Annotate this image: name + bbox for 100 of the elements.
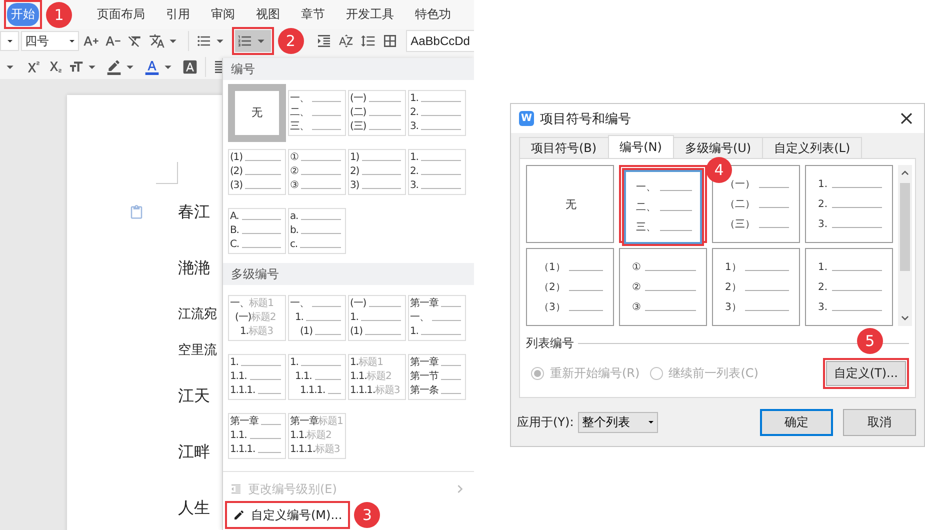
- numbering-style[interactable]: 1.标题1 1.1.标题2 1.1.1.标题3: [348, 354, 406, 400]
- number-label: (三): [350, 121, 366, 133]
- dialog-tab[interactable]: 编号(N): [608, 135, 674, 158]
- numbering-style[interactable]: 无: [228, 84, 286, 142]
- number-label: 二、: [290, 107, 309, 119]
- ribbon-tab[interactable]: 页面布局: [93, 3, 149, 26]
- level-icon: [230, 483, 242, 495]
- number-label: 一、: [410, 312, 429, 324]
- numbering-style[interactable]: 1) 2) 3): [348, 148, 406, 194]
- number-label: (1): [230, 152, 242, 164]
- number-label: (一): [350, 298, 366, 310]
- numbering-style[interactable]: 1） 2） 3）: [712, 248, 800, 326]
- document-text: 滟滟: [178, 258, 210, 278]
- apply-to-label: 应用于(Y):: [517, 414, 574, 430]
- numbering-style[interactable]: ① ② ③: [619, 248, 707, 326]
- dialog-tab[interactable]: 项目符号(B): [519, 137, 609, 158]
- numbering-style[interactable]: 1. 2. 3.: [408, 90, 466, 136]
- numbering-style[interactable]: 一、 1. (1): [288, 294, 346, 340]
- heading-caption: 标题2: [306, 430, 332, 442]
- numbering-style[interactable]: 一、标题1 (一)标题2 1.标题3: [228, 294, 286, 340]
- step-badge: 2: [278, 28, 304, 54]
- number-label: 1.1.1.: [230, 444, 256, 456]
- number-label: 3.: [818, 301, 828, 315]
- document-text: 江畔: [178, 442, 210, 462]
- ribbon-tab[interactable]: 章节: [297, 3, 329, 26]
- numbering-style[interactable]: 1. 2. 3.: [805, 165, 893, 243]
- number-label: ③: [290, 180, 298, 192]
- number-label: (3): [230, 180, 242, 192]
- corner-mark: [156, 162, 178, 184]
- font-size-field[interactable]: 四号: [20, 31, 79, 51]
- number-label: (2): [230, 166, 242, 178]
- app-icon: W: [519, 111, 534, 126]
- style-preview[interactable]: AaBbCcDd: [406, 30, 474, 52]
- ribbon-tab[interactable]: 视图: [252, 3, 284, 26]
- number-label: 第一条: [410, 385, 438, 397]
- number-label: 3.: [410, 180, 418, 192]
- numbering-style[interactable]: 无: [526, 165, 614, 243]
- numbering-style[interactable]: 1. 2. 3.: [408, 148, 466, 194]
- apply-to-dropdown[interactable]: 整个列表: [578, 412, 658, 432]
- ribbon-tab[interactable]: 引用: [162, 3, 194, 26]
- heading-caption: 标题3: [315, 444, 340, 456]
- number-label: （二）: [725, 198, 755, 212]
- number-label: 2.: [818, 198, 828, 212]
- number-label: （2）: [539, 281, 566, 295]
- ribbon-tab[interactable]: 开始: [7, 3, 39, 26]
- step-badge: 5: [856, 328, 883, 354]
- number-label: b.: [290, 225, 298, 237]
- number-label: 三、: [636, 221, 656, 235]
- window-title: 项目符号和编号: [540, 110, 631, 128]
- number-label: 1.: [410, 93, 418, 105]
- scrollbar[interactable]: [898, 165, 912, 326]
- number-label: 1.1.: [230, 371, 247, 383]
- numbering-style[interactable]: (1) (2) (3): [228, 148, 286, 194]
- numbering-style[interactable]: 一、 二、 三、: [288, 90, 346, 136]
- ribbon-tab[interactable]: 开发工具: [342, 3, 398, 26]
- numbering-style[interactable]: 1. 1.1. 1.1.1.: [228, 354, 286, 400]
- heading-caption: 标题3: [375, 385, 400, 397]
- number-label: ③: [632, 301, 641, 315]
- ribbon-tab[interactable]: 特色功: [411, 3, 455, 26]
- numbering-style[interactable]: a. b. c.: [288, 208, 346, 254]
- number-label: 1.1.1.: [300, 385, 326, 397]
- dialog-tab[interactable]: 自定义列表(L): [762, 137, 862, 158]
- font-name-field[interactable]: [0, 31, 19, 51]
- number-label: A.: [230, 211, 239, 223]
- number-label: （1）: [539, 261, 566, 275]
- menu-item[interactable]: 自定义编号(M)...: [228, 504, 348, 526]
- none-label: 无: [252, 105, 262, 120]
- numbering-style[interactable]: 一、 二、 三、: [622, 168, 704, 246]
- ribbon-tab[interactable]: 审阅: [207, 3, 239, 26]
- numbering-style[interactable]: ① ② ③: [288, 148, 346, 194]
- numbering-style[interactable]: 第一章 第一节 第一条: [408, 354, 466, 400]
- heading-caption: 标题2: [366, 371, 392, 383]
- numbering-style[interactable]: 第一章标题1 1.1.标题2 1.1.1.标题3: [288, 412, 346, 458]
- number-label: 一、: [290, 93, 309, 105]
- document-text: 江天: [178, 386, 210, 406]
- step-badge: 3: [354, 502, 380, 528]
- step-badge: 4: [706, 157, 732, 183]
- dialog-button[interactable]: 确定: [760, 408, 833, 436]
- numbering-style[interactable]: (一) 1. (1): [348, 294, 406, 340]
- number-label: （3）: [539, 301, 566, 315]
- heading-caption: 标题1: [248, 298, 274, 310]
- number-label: 1.: [410, 326, 418, 338]
- dialog-button[interactable]: 取消: [843, 408, 916, 436]
- step-badge: 1: [46, 2, 72, 28]
- document-text: 春江: [178, 202, 210, 222]
- document-text: 空里流: [178, 342, 217, 359]
- pencil-icon: [233, 509, 245, 521]
- numbering-style[interactable]: 1. 2. 3.: [805, 248, 893, 326]
- numbering-style[interactable]: (一) (二) (三): [348, 90, 406, 136]
- heading-caption: 标题1: [358, 357, 383, 369]
- numbering-style[interactable]: 第一章 一、 1.: [408, 294, 466, 340]
- number-label: 1): [350, 152, 360, 164]
- numbering-style[interactable]: 第一章 1.1. 1.1.1.: [228, 412, 286, 458]
- number-label: c.: [290, 239, 298, 251]
- numbering-style[interactable]: A. B. C.: [228, 208, 286, 254]
- number-label: 三、: [290, 121, 309, 133]
- numbering-style[interactable]: 1. 1.1. 1.1.1.: [288, 354, 346, 400]
- number-label: C.: [230, 239, 239, 251]
- numbering-style[interactable]: （1） （2） （3）: [526, 248, 614, 326]
- number-label: (1): [350, 326, 362, 338]
